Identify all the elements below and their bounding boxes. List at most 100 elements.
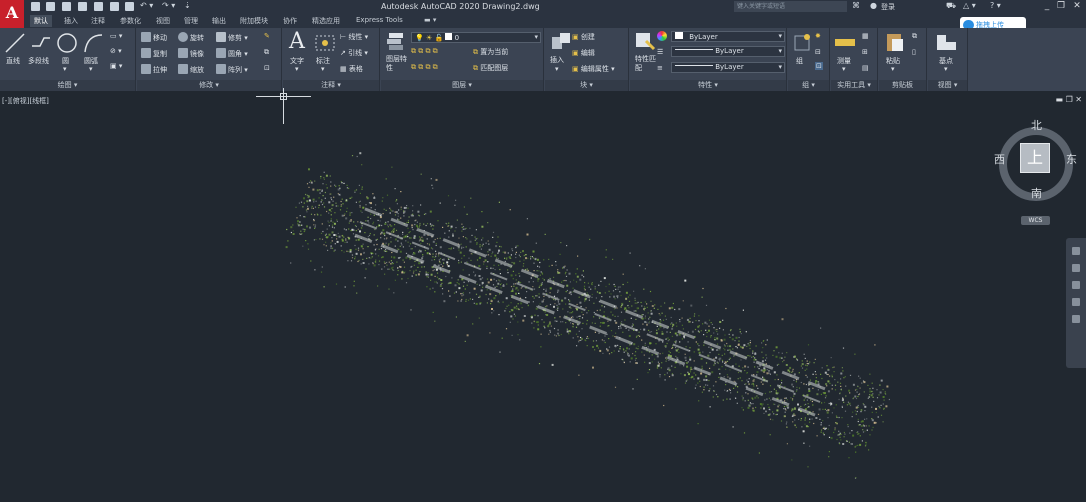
dimension-dropdown-icon[interactable]: ▾ (321, 65, 325, 73)
customize-qat-icon[interactable]: ⇣ (184, 1, 191, 10)
tab-view[interactable]: 视图 (156, 16, 170, 26)
arc-dropdown-icon[interactable]: ▾ (89, 65, 93, 73)
create-block-button[interactable]: ▣ 创建 (572, 32, 595, 42)
panel-modify-title[interactable]: 修改 ▾ (137, 80, 281, 91)
panel-utilities-title[interactable]: 实用工具 ▾ (831, 80, 877, 91)
insert-dropdown-icon[interactable]: ▾ (555, 65, 559, 73)
match-properties-button[interactable]: 特性匹配 (635, 55, 657, 73)
copy-clip-icon[interactable]: ⧉ (912, 32, 917, 41)
help-icon[interactable]: ? ▾ (990, 1, 1001, 10)
login-link[interactable]: 登录 (881, 2, 895, 12)
fillet-button[interactable]: 圆角 ▾ (216, 48, 248, 59)
base-view-dropdown-icon[interactable]: ▾ (944, 65, 948, 73)
compass-north[interactable]: 北 (1031, 117, 1042, 133)
zoom-icon[interactable] (1072, 264, 1080, 272)
compass-east[interactable]: 东 (1066, 151, 1077, 167)
close-button[interactable]: ✕ (1070, 0, 1084, 12)
group-edit-icon[interactable]: ⊟ (815, 48, 821, 56)
panel-toggle-icon[interactable]: ▬ ▾ (424, 16, 436, 24)
make-current-button[interactable]: ⧉ 置为当前 (473, 47, 508, 57)
rectangle-icon[interactable]: ▭ ▾ (110, 32, 122, 40)
orbit-icon[interactable] (1072, 281, 1080, 289)
tab-insert[interactable]: 插入 (64, 16, 78, 26)
line-button[interactable]: 直线 (6, 56, 20, 66)
redo-icon[interactable]: ↷ ▾ (162, 1, 175, 10)
calculator-icon[interactable]: ▤ (862, 64, 869, 72)
cut-icon[interactable]: ▯ (912, 48, 916, 56)
layer-tools-row1[interactable]: ⧉ ⧉ ⧉ ⧉ (411, 47, 438, 56)
hatch-icon[interactable]: ⊘ ▾ (110, 47, 122, 55)
layer-properties-button[interactable]: 图层特性 (386, 55, 410, 73)
viewcube[interactable]: 上 北 南 西 东 (994, 117, 1077, 201)
tab-featured-apps[interactable]: 精选应用 (312, 16, 340, 26)
panel-properties-title[interactable]: 特性 ▾ (630, 80, 786, 91)
binoculars-icon[interactable]: ⌘ (852, 1, 860, 10)
tab-express-tools[interactable]: Express Tools (356, 16, 403, 24)
autocad-logo[interactable]: A (0, 0, 24, 28)
tab-annotate[interactable]: 注释 (91, 16, 105, 26)
pan-icon[interactable] (1072, 247, 1080, 255)
quickcalc-icon[interactable]: ▦ (862, 32, 869, 40)
tab-parametric[interactable]: 参数化 (120, 16, 141, 26)
viewcube-top-face[interactable]: 上 (1020, 143, 1050, 173)
plot-icon[interactable] (94, 2, 103, 11)
color-dropdown[interactable]: ByLayer (671, 31, 785, 42)
panel-clipboard-title[interactable]: 剪贴板 (879, 80, 926, 91)
insert-button[interactable]: 插入 (550, 55, 564, 65)
print-icon[interactable] (125, 2, 134, 11)
tab-collaborate[interactable]: 协作 (283, 16, 297, 26)
gradient-icon[interactable]: ▣ ▾ (110, 62, 122, 70)
trim-button[interactable]: 修剪 ▾ (216, 32, 248, 43)
tab-manage[interactable]: 管理 (184, 16, 198, 26)
group-select-icon[interactable]: ⊡ (815, 62, 823, 70)
tab-home[interactable]: 默认 (30, 15, 52, 27)
mirror-button[interactable]: 镜像 (178, 48, 204, 59)
save-as-icon[interactable] (78, 2, 87, 11)
publish-icon[interactable] (110, 2, 119, 11)
share-icon[interactable]: △ ▾ (963, 1, 976, 10)
scale-button[interactable]: 缩放 (178, 64, 204, 75)
panel-draw-title[interactable]: 绘图 ▾ (0, 80, 135, 91)
leader-button[interactable]: ↗ 引线 ▾ (340, 48, 368, 58)
open-file-icon[interactable] (46, 2, 55, 11)
match-layer-button[interactable]: ⧉ 匹配图层 (473, 63, 508, 73)
viewport-window-controls[interactable]: ▬ ❐ ✕ (1055, 95, 1082, 104)
color-wheel-icon[interactable] (657, 31, 667, 41)
measure-dropdown-icon[interactable]: ▾ (842, 65, 846, 73)
viewport-controls-label[interactable]: [-][俯视][线框] (2, 96, 49, 106)
panel-view-title[interactable]: 视图 ▾ (928, 80, 967, 91)
tab-output[interactable]: 输出 (212, 16, 226, 26)
stretch-button[interactable]: 拉伸 (141, 64, 167, 75)
select-all-icon[interactable]: ⊞ (862, 48, 868, 56)
copy-button[interactable]: 复制 (141, 48, 167, 59)
table-button[interactable]: ▦ 表格 (340, 64, 363, 74)
array-button[interactable]: 阵列 ▾ (216, 64, 248, 75)
minimize-button[interactable]: _ (1040, 0, 1054, 12)
offset-icon[interactable]: ⊡ (264, 64, 270, 72)
panel-layers-title[interactable]: 图层 ▾ (381, 80, 543, 91)
edit-block-button[interactable]: ▣ 编辑 (572, 48, 595, 58)
lineweight-dropdown[interactable]: ByLayer (671, 62, 785, 73)
new-file-icon[interactable] (31, 2, 40, 11)
linear-button[interactable]: ⊢ 线性 ▾ (340, 32, 368, 42)
undo-icon[interactable]: ↶ ▾ (140, 1, 153, 10)
compass-south[interactable]: 南 (1031, 185, 1042, 201)
explode-icon[interactable]: ⧉ (264, 48, 269, 57)
erase-icon[interactable]: ✎ (264, 32, 270, 40)
compass-west[interactable]: 西 (994, 151, 1005, 167)
navigation-bar[interactable] (1066, 238, 1086, 368)
panel-annotation-title[interactable]: 注释 ▾ (283, 80, 379, 91)
text-dropdown-icon[interactable]: ▾ (295, 65, 299, 73)
move-button[interactable]: 移动 (141, 32, 167, 43)
rotate-button[interactable]: 旋转 (178, 32, 204, 43)
tab-addins[interactable]: 附加模块 (240, 16, 268, 26)
layer-dropdown[interactable]: 💡 ☀ 🔓 0 (411, 32, 541, 43)
wcs-menu[interactable]: WCS (1021, 216, 1050, 225)
linetype-dropdown[interactable]: ByLayer (671, 46, 785, 57)
group-button[interactable]: 组 (796, 56, 803, 66)
edit-attributes-button[interactable]: ▣ 编辑属性 ▾ (572, 64, 615, 74)
circle-dropdown-icon[interactable]: ▾ (63, 65, 67, 73)
cart-icon[interactable]: ⛟ (946, 1, 956, 11)
drawing-canvas[interactable]: [-][俯视][线框] ▬ ❐ ✕ 上 北 南 西 东 WCS (0, 88, 1086, 502)
polyline-button[interactable]: 多段线 (28, 56, 49, 66)
